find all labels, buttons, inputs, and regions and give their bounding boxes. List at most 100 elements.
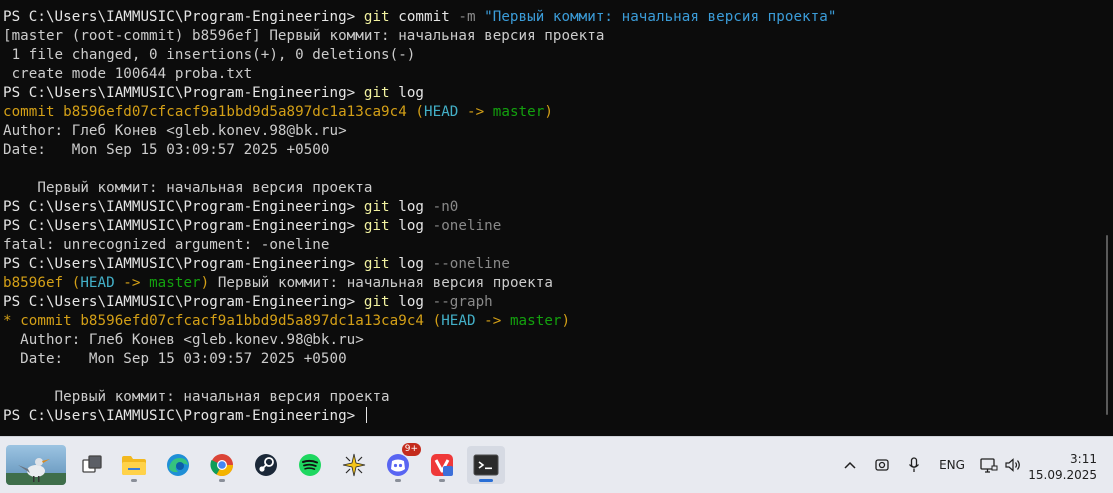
volume-button[interactable]	[1002, 437, 1024, 493]
language-indicator[interactable]: ENG	[934, 437, 970, 493]
terminal-line: PS C:\Users\IAMMUSIC\Program-Engineering…	[3, 293, 836, 312]
terminal-line: PS C:\Users\IAMMUSIC\Program-Engineering…	[3, 217, 836, 236]
terminal-line: PS C:\Users\IAMMUSIC\Program-Engineering…	[3, 255, 836, 274]
terminal-button[interactable]	[467, 446, 505, 484]
edge-icon	[167, 454, 189, 476]
vivaldi-icon	[431, 454, 453, 476]
prompt: PS C:\Users\IAMMUSIC\Program-Engineering…	[3, 9, 364, 25]
spotify-icon	[299, 454, 321, 476]
chrome-button[interactable]	[203, 446, 241, 484]
running-indicator	[395, 479, 401, 482]
command-flag: -m	[458, 9, 476, 25]
commit-hash: b8596ef	[3, 275, 64, 291]
spotify-button[interactable]	[291, 446, 329, 484]
command: git	[363, 294, 390, 310]
paren-open: (	[63, 275, 81, 291]
terminal-window[interactable]: PS C:\Users\IAMMUSIC\Program-Engineering…	[0, 0, 1113, 436]
terminal-output: PS C:\Users\IAMMUSIC\Program-Engineering…	[3, 8, 836, 426]
microphone-button[interactable]	[904, 437, 924, 493]
commit-label: commit	[3, 104, 64, 120]
terminal-icon	[473, 454, 499, 476]
network-icon	[980, 458, 998, 473]
file-explorer-button[interactable]	[115, 446, 153, 484]
command: git	[363, 199, 390, 215]
terminal-line: Date: Mon Sep 15 03:09:57 2025 +0500	[3, 351, 347, 367]
branch-ref: master	[492, 104, 545, 120]
sparkle-app-button[interactable]	[335, 446, 373, 484]
command-args: log	[389, 218, 433, 234]
command-flag: --oneline	[432, 256, 510, 272]
clock-time: 3:11	[1070, 452, 1097, 466]
ref-arrow: ->	[114, 275, 150, 291]
paren-close: )	[561, 313, 571, 329]
commit-message: Первый коммит: начальная версия проекта	[209, 275, 553, 291]
paren-close: )	[544, 104, 553, 120]
terminal-line: Date: Mon Sep 15 03:09:57 2025 +0500	[3, 142, 330, 158]
commit-hash: b8596efd07cfcacf9a1bbd9d5a897dc1a13ca9c4	[80, 313, 425, 329]
prompt: PS C:\Users\IAMMUSIC\Program-Engineering…	[3, 199, 364, 215]
head-ref: HEAD	[441, 313, 476, 329]
terminal-line: Первый коммит: начальная версия проекта	[3, 389, 390, 405]
network-button[interactable]	[978, 437, 1000, 493]
cloud-sync-icon	[875, 459, 889, 471]
command: git	[363, 218, 390, 234]
task-view-icon	[82, 455, 102, 473]
terminal-line: fatal: unrecognized argument: -oneline	[3, 237, 330, 253]
command-args: log	[389, 256, 433, 272]
prompt: PS C:\Users\IAMMUSIC\Program-Engineering…	[3, 256, 364, 272]
branch-ref: master	[149, 275, 201, 291]
running-indicator	[439, 479, 445, 482]
command-flag: -oneline	[432, 218, 502, 234]
taskbar: 9+ ENG 3:11 15.09.2025	[0, 436, 1113, 493]
command-args: commit	[389, 9, 459, 25]
prompt: PS C:\Users\IAMMUSIC\Program-Engineering…	[3, 85, 364, 101]
notification-badge: 9+	[401, 443, 421, 456]
terminal-line: [master (root-commit) b8596ef] Первый ко…	[3, 28, 605, 44]
head-ref: HEAD	[424, 104, 459, 120]
command-args: log	[389, 294, 433, 310]
command: git	[363, 9, 390, 25]
active-indicator	[479, 479, 493, 482]
widgets-button[interactable]	[6, 445, 66, 485]
terminal-line: PS C:\Users\IAMMUSIC\Program-Engineering…	[3, 198, 836, 217]
paren-open: (	[424, 313, 442, 329]
text-cursor	[365, 407, 367, 423]
command-args: log	[389, 199, 433, 215]
command-flag: --graph	[432, 294, 493, 310]
prompt: PS C:\Users\IAMMUSIC\Program-Engineering…	[3, 408, 364, 424]
terminal-line: PS C:\Users\IAMMUSIC\Program-Engineering…	[3, 8, 836, 27]
command-flag: -n0	[432, 199, 459, 215]
terminal-line: * commit b8596efd07cfcacf9a1bbd9d5a897dc…	[3, 312, 836, 331]
terminal-line: Первый коммит: начальная версия проекта	[3, 180, 373, 196]
terminal-line: commit b8596efd07cfcacf9a1bbd9d5a897dc1a…	[3, 103, 836, 122]
ref-arrow: ->	[475, 313, 510, 329]
system-clock[interactable]: 3:11 15.09.2025	[1028, 451, 1097, 483]
commit-label: commit	[20, 313, 81, 329]
bird-icon	[6, 458, 66, 485]
discord-button[interactable]: 9+	[379, 443, 421, 484]
show-hidden-icons-button[interactable]	[840, 437, 860, 493]
steam-button[interactable]	[247, 446, 285, 484]
speaker-icon	[1005, 458, 1020, 472]
head-ref: HEAD	[80, 275, 115, 291]
folder-icon	[122, 456, 146, 475]
running-indicator	[131, 479, 137, 482]
chevron-up-icon	[844, 461, 856, 469]
sparkle-icon	[342, 453, 366, 477]
terminal-line: b8596ef (HEAD -> master) Первый коммит: …	[3, 274, 836, 293]
command-string: "Первый коммит: начальная версия проекта…	[475, 9, 837, 25]
terminal-input-line[interactable]: PS C:\Users\IAMMUSIC\Program-Engineering…	[3, 407, 836, 426]
prompt: PS C:\Users\IAMMUSIC\Program-Engineering…	[3, 294, 364, 310]
terminal-line: 1 file changed, 0 insertions(+), 0 delet…	[3, 47, 416, 63]
tray-app-button[interactable]	[872, 437, 892, 493]
microphone-icon	[908, 457, 920, 472]
vivaldi-button[interactable]	[423, 446, 461, 484]
running-indicator	[219, 479, 225, 482]
terminal-line: PS C:\Users\IAMMUSIC\Program-Engineering…	[3, 84, 836, 103]
task-view-button[interactable]	[73, 446, 111, 484]
terminal-scrollbar[interactable]	[1106, 235, 1108, 415]
edge-button[interactable]	[159, 446, 197, 484]
paren-close: )	[200, 275, 210, 291]
command: git	[363, 256, 390, 272]
